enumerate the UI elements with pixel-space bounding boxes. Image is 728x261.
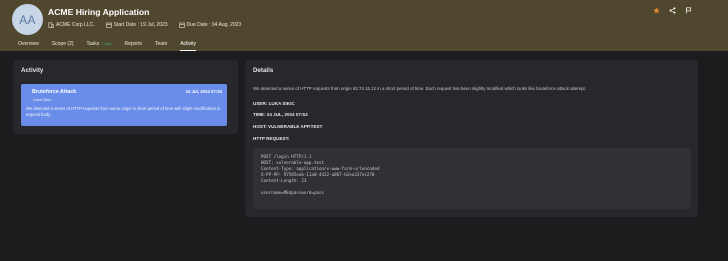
tab-label: Reports xyxy=(124,41,142,47)
calendar-icon xyxy=(178,22,185,28)
details-user: USER: LUKA SIKIC xyxy=(253,101,295,106)
tab-overview[interactable]: Overview xyxy=(18,40,39,51)
tab-label: Activity xyxy=(180,41,197,47)
tab-label: Tasks xyxy=(86,41,100,47)
tab-label: Scope (2) xyxy=(51,41,74,47)
due-date: Due Date : 04 Aug, 2023 xyxy=(186,21,242,28)
tab-scope[interactable]: Scope (2) xyxy=(52,40,74,51)
project-title: ACME Hiring Application xyxy=(48,7,150,17)
details-panel-title: Details xyxy=(253,67,274,74)
header-actions xyxy=(644,6,692,14)
share-icon[interactable] xyxy=(668,6,676,14)
start-date: Start Date : 19 Jul, 2023 xyxy=(113,21,168,28)
activity-item-user: Luka Sikic xyxy=(33,97,52,102)
tab-tasks[interactable]: Tasks 1 task xyxy=(87,40,112,51)
details-intro: We detected a series of HTTP requests fr… xyxy=(253,86,586,91)
http-request-code: POST /login HTTP/1.1 HOST: vulnerable-ap… xyxy=(253,148,691,209)
tab-label: Overview xyxy=(18,41,39,47)
code-line: username=ME$password=pass xyxy=(261,190,325,195)
company-meta: ACME Corp LLC. xyxy=(48,22,95,28)
details-time: TIME: 24 JUL, 2024 07:53 xyxy=(253,112,308,117)
calendar-icon xyxy=(105,22,112,28)
activity-item[interactable]: Bruteforce Attack 24 Jul, 2024 07:53 Luk… xyxy=(21,84,227,126)
flag-icon[interactable] xyxy=(684,6,692,14)
company-name: ACME Corp LLC. xyxy=(56,21,95,28)
project-header: AA ACME Hiring Application ACME Corp LLC… xyxy=(0,0,728,51)
tab-label: Team xyxy=(154,41,168,47)
star-icon[interactable] xyxy=(652,6,660,14)
project-meta: ACME Corp LLC. Start Date : 19 Jul, 2023… xyxy=(48,20,252,29)
project-avatar: AA xyxy=(12,4,43,35)
activity-item-description: We detected a series of HTTP requests fr… xyxy=(26,106,221,117)
tasks-count-badge: 1 task xyxy=(101,42,112,46)
building-icon xyxy=(48,22,54,28)
details-panel: Details We detected a series of HTTP req… xyxy=(245,60,698,217)
details-request-label: HTTP REQUEST: xyxy=(253,136,290,141)
details-host: HOST: VULNERABLE APP.TEST xyxy=(253,124,323,129)
project-tabs: Overview Scope (2) Tasks 1 task Reports T… xyxy=(18,40,209,51)
tab-team[interactable]: Team xyxy=(155,40,167,51)
activity-item-title: Bruteforce Attack xyxy=(32,89,77,95)
tab-reports[interactable]: Reports xyxy=(124,40,142,51)
activity-panel-title: Activity xyxy=(21,67,44,74)
activity-item-date: 24 Jul, 2024 07:53 xyxy=(185,89,222,94)
activity-panel: Activity Bruteforce Attack 24 Jul, 2024 … xyxy=(13,60,238,134)
due-date-meta: Due Date : 04 Aug, 2023 xyxy=(178,21,242,28)
tab-activity[interactable]: Activity xyxy=(180,40,196,51)
start-date-meta: Start Date : 19 Jul, 2023 xyxy=(105,21,168,28)
